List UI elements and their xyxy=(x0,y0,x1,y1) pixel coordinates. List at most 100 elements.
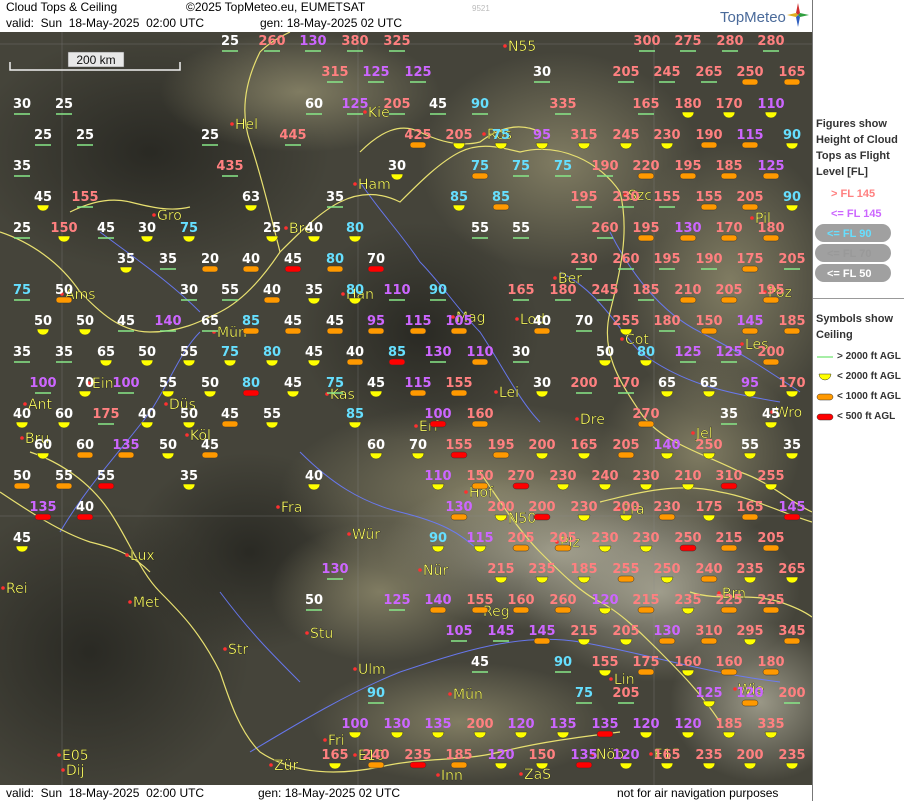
cloud-top-marker[interactable]: 260 xyxy=(612,252,640,270)
cloud-top-marker[interactable]: 435 xyxy=(216,159,244,177)
cloud-top-marker[interactable]: 35 xyxy=(326,190,344,208)
cloud-top-marker[interactable]: 125 xyxy=(674,345,702,363)
cloud-top-marker[interactable]: 45 xyxy=(429,97,447,115)
cloud-top-marker[interactable]: 40 xyxy=(533,314,551,335)
cloud-top-marker[interactable]: 75 xyxy=(326,376,344,394)
cloud-top-marker[interactable]: 185 xyxy=(632,283,660,301)
cloud-top-marker[interactable]: 35 xyxy=(13,159,31,177)
cloud-top-marker[interactable]: 25 xyxy=(34,128,52,146)
cloud-top-marker[interactable]: 50 xyxy=(305,593,323,611)
cloud-top-marker[interactable]: 130 xyxy=(299,34,327,52)
cloud-top-marker[interactable]: 65 xyxy=(201,314,219,332)
cloud-top-marker[interactable]: 260 xyxy=(591,221,619,239)
cloud-top-marker[interactable]: 25 xyxy=(201,128,219,146)
cloud-top-marker[interactable]: 45 xyxy=(97,221,115,239)
cloud-top-marker[interactable]: 165 xyxy=(632,97,660,115)
cloud-top-marker[interactable]: 75 xyxy=(575,686,593,704)
cloud-top-marker[interactable]: 50 xyxy=(55,283,73,304)
cloud-top-marker[interactable]: 180 xyxy=(549,283,577,301)
cloud-top-marker[interactable]: 70 xyxy=(367,252,385,273)
cloud-top-marker[interactable]: 70 xyxy=(575,314,593,332)
cloud-top-marker[interactable]: 90 xyxy=(471,97,489,115)
cloud-top-marker[interactable]: 265 xyxy=(695,65,723,83)
cloud-top-marker[interactable]: 90 xyxy=(429,283,447,301)
cloud-top-marker[interactable]: 275 xyxy=(674,34,702,52)
cloud-top-marker[interactable]: 45 xyxy=(284,314,302,335)
cloud-top-marker[interactable]: 25 xyxy=(221,34,239,52)
cloud-top-marker[interactable]: 125 xyxy=(404,65,432,83)
cloud-top-marker[interactable]: 30 xyxy=(180,283,198,301)
cloud-top-marker[interactable]: 130 xyxy=(424,345,452,363)
cloud-top-marker[interactable]: 170 xyxy=(612,376,640,394)
cloud-top-marker[interactable]: 205 xyxy=(612,65,640,83)
cloud-top-marker[interactable]: 280 xyxy=(757,34,785,52)
cloud-top-marker[interactable]: 35 xyxy=(159,252,177,270)
cloud-top-marker[interactable]: 90 xyxy=(554,655,572,673)
cloud-top-marker[interactable]: 40 xyxy=(263,283,281,304)
cloud-top-marker[interactable]: 315 xyxy=(321,65,349,83)
cloud-top-marker[interactable]: 445 xyxy=(279,128,307,146)
cloud-top-marker[interactable]: 55 xyxy=(97,469,115,490)
cloud-top-marker[interactable]: 200 xyxy=(570,376,598,394)
cloud-top-marker[interactable]: 90 xyxy=(367,686,385,704)
cloud-top-marker[interactable]: 40 xyxy=(242,252,260,273)
cloud-top-marker[interactable]: 145 xyxy=(487,624,515,642)
cloud-top-marker[interactable]: 190 xyxy=(695,252,723,270)
cloud-top-marker[interactable]: 100 xyxy=(112,376,140,394)
cloud-top-marker[interactable]: 85 xyxy=(388,345,406,366)
cloud-top-marker[interactable]: 380 xyxy=(341,34,369,52)
cloud-top-marker[interactable]: 230 xyxy=(570,252,598,270)
cloud-top-marker[interactable]: 105 xyxy=(445,624,473,642)
cloud-top-marker[interactable]: 45 xyxy=(471,655,489,673)
cloud-top-marker[interactable]: 140 xyxy=(154,314,182,332)
cloud-top-marker[interactable]: 260 xyxy=(258,34,286,52)
cloud-top-marker[interactable]: 245 xyxy=(591,283,619,301)
cloud-top-marker[interactable]: 300 xyxy=(633,34,661,52)
cloud-top-marker[interactable]: 175 xyxy=(92,407,120,425)
cloud-top-marker[interactable]: 75 xyxy=(512,159,530,177)
cloud-top-marker[interactable]: 35 xyxy=(55,345,73,363)
cloud-top-marker[interactable]: 45 xyxy=(221,407,239,428)
cloud-top-marker[interactable]: 35 xyxy=(13,345,31,363)
cloud-top-marker[interactable]: 130 xyxy=(321,562,349,580)
cloud-top-marker[interactable]: 60 xyxy=(76,438,94,459)
cloud-top-marker[interactable]: 205 xyxy=(383,97,411,115)
cloud-top-marker[interactable]: 155 xyxy=(71,190,99,208)
cloud-top-marker[interactable]: 200 xyxy=(778,686,806,704)
cloud-top-marker[interactable]: 30 xyxy=(13,97,31,115)
cloud-top-marker[interactable]: 80 xyxy=(242,376,260,397)
cloud-top-marker[interactable]: 230 xyxy=(612,190,640,208)
cloud-top-marker[interactable]: 95 xyxy=(367,314,385,335)
cloud-top-marker[interactable]: 25 xyxy=(13,221,31,239)
cloud-top-marker[interactable]: 100 xyxy=(29,376,57,394)
cloud-top-marker[interactable]: 75 xyxy=(471,159,489,180)
cloud-top-marker[interactable]: 125 xyxy=(362,65,390,83)
cloud-top-marker[interactable]: 60 xyxy=(305,97,323,115)
cloud-top-marker[interactable]: 155 xyxy=(653,190,681,208)
cloud-top-marker[interactable]: 85 xyxy=(492,190,510,211)
cloud-top-marker[interactable]: 55 xyxy=(512,221,530,239)
cloud-top-marker[interactable]: 125 xyxy=(383,593,411,611)
cloud-top-marker[interactable]: 25 xyxy=(55,97,73,115)
cloud-top-marker[interactable]: 180 xyxy=(653,314,681,332)
cloud-top-marker[interactable]: 55 xyxy=(55,469,73,490)
cloud-top-marker[interactable]: 45 xyxy=(326,314,344,335)
cloud-top-marker[interactable]: 280 xyxy=(716,34,744,52)
cloud-top-marker[interactable]: 85 xyxy=(242,314,260,335)
cloud-top-marker[interactable]: 45 xyxy=(117,314,135,332)
cloud-top-marker[interactable]: 205 xyxy=(778,252,806,270)
cloud-top-marker[interactable]: 195 xyxy=(570,190,598,208)
cloud-top-marker[interactable]: 25 xyxy=(76,128,94,146)
cloud-top-marker[interactable]: 125 xyxy=(341,97,369,115)
cloud-top-marker[interactable]: 40 xyxy=(346,345,364,366)
cloud-top-marker[interactable]: 195 xyxy=(653,252,681,270)
cloud-top-marker[interactable]: 80 xyxy=(326,252,344,273)
cloud-top-marker[interactable]: 205 xyxy=(612,686,640,704)
cloud-top-marker[interactable]: 335 xyxy=(549,97,577,115)
cloud-top-marker[interactable]: 55 xyxy=(471,221,489,239)
cloud-top-marker[interactable]: 110 xyxy=(383,283,411,301)
cloud-top-marker[interactable]: 45 xyxy=(201,438,219,459)
cloud-top-marker[interactable]: 190 xyxy=(591,159,619,177)
cloud-top-marker[interactable]: 245 xyxy=(653,65,681,83)
weather-map[interactable]: 200 km Hel Kie Ros N55 Ham Gro Bre Szc Pil Ber Ams… xyxy=(0,32,812,785)
